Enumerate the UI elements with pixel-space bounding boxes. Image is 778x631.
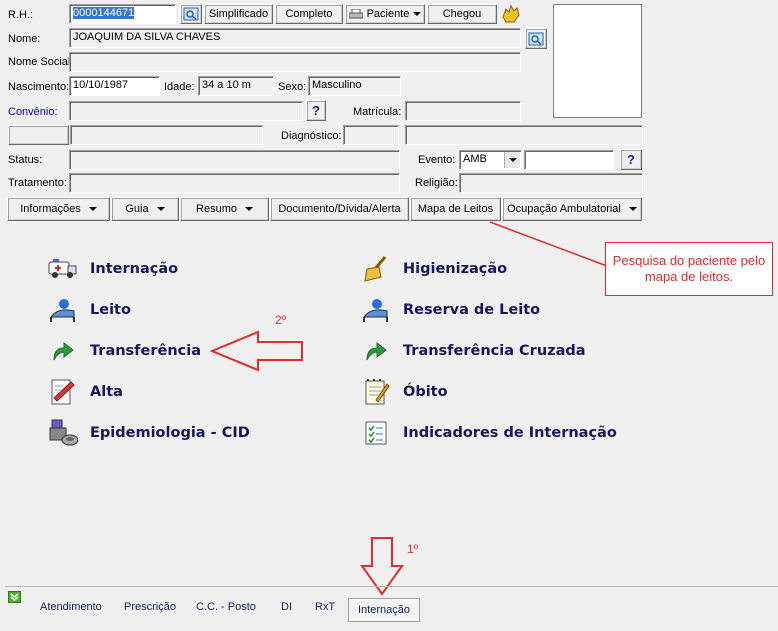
callout-line — [489, 221, 608, 267]
expand-icon[interactable] — [8, 591, 21, 603]
step2-label: 2º — [275, 313, 287, 327]
tab-cc-posto[interactable]: C.C. - Posto — [196, 601, 256, 613]
annotation-overlay — [209, 221, 608, 596]
step2-arrow — [209, 330, 303, 372]
tab-prescricao[interactable]: Prescrição — [124, 601, 176, 613]
tab-rxt[interactable]: RxT — [315, 601, 335, 613]
tab-di[interactable]: DI — [281, 601, 292, 613]
tab-internacao[interactable]: Internação — [348, 598, 420, 622]
annotation-note: Pesquisa do paciente pelo mapa de leitos… — [605, 242, 773, 296]
step1-label: 1º — [407, 542, 419, 556]
tab-atendimento[interactable]: Atendimento — [40, 601, 102, 613]
